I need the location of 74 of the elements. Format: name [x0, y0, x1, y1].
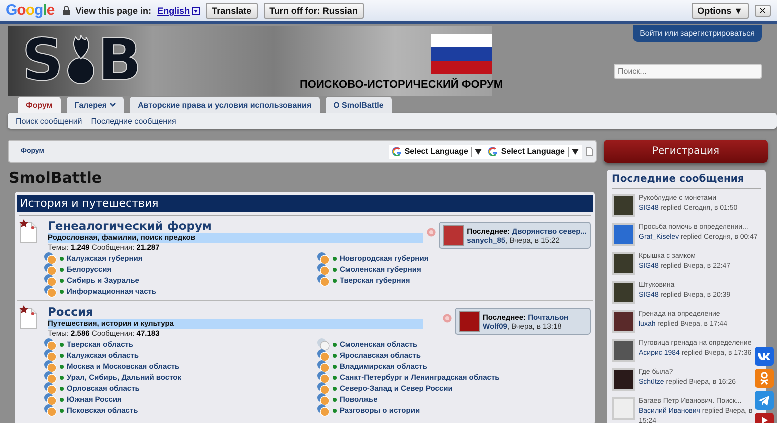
options-button[interactable]: Options ▼	[692, 2, 749, 18]
close-button[interactable]: ✕	[755, 4, 771, 16]
language-link[interactable]: English	[158, 6, 200, 16]
avatar-photo	[612, 281, 635, 304]
nav-tab[interactable]: О SmolBattle	[326, 97, 392, 113]
thumbnail-photo	[443, 225, 464, 246]
dot-icon	[333, 376, 337, 380]
social-icon[interactable]	[755, 347, 774, 366]
language-select[interactable]: Select Language	[488, 146, 579, 158]
translate-button[interactable]: Translate	[206, 2, 258, 18]
dot-icon	[60, 398, 64, 402]
avatar-photo	[612, 368, 635, 391]
site-title: ПОИСКОВО-ИСТОРИЧЕСКИЙ ФОРУМ	[300, 79, 504, 91]
nav-tab[interactable]: Авторские права и условия использования	[130, 97, 320, 113]
avatar-photo	[612, 223, 635, 246]
logo-letter: B	[98, 30, 142, 90]
avatar-photo	[612, 252, 635, 275]
g-logo-icon	[392, 146, 402, 156]
document-icon	[18, 305, 40, 331]
caret-icon	[192, 6, 200, 14]
grenade-icon	[66, 35, 96, 85]
avatar-photo	[612, 339, 635, 362]
lock-icon	[62, 6, 70, 15]
page-icon	[586, 147, 593, 156]
panel-title: Последние сообщения	[612, 174, 761, 189]
dot-icon	[333, 386, 337, 390]
mark-read-icon[interactable]	[443, 314, 452, 323]
dot-icon	[60, 364, 64, 368]
dot-icon	[333, 354, 337, 358]
dot-icon	[60, 278, 64, 282]
g-logo-icon	[488, 146, 498, 156]
dot-icon	[333, 398, 337, 402]
mark-read-icon[interactable]	[427, 228, 436, 237]
forum-title-link[interactable]: Россия	[48, 305, 435, 319]
document-icon	[18, 219, 40, 245]
category-header: История и путешествия	[17, 195, 593, 215]
dot-icon	[60, 354, 64, 358]
google-logo: Google	[6, 2, 55, 19]
translate-label: View this page in:	[76, 6, 152, 16]
register-button[interactable]: Регистрация	[604, 140, 768, 163]
chevron-icon	[110, 103, 116, 107]
subnav-link[interactable]: Поиск сообщений	[16, 116, 82, 126]
logo-letter: S	[22, 30, 64, 90]
dot-icon	[333, 256, 337, 260]
dot-icon	[60, 342, 64, 346]
dot-icon	[60, 408, 64, 412]
language-select[interactable]: Select Language	[392, 146, 482, 158]
page-title: SmolBattle	[9, 169, 104, 187]
subnav-link[interactable]: Последние сообщения	[91, 116, 176, 126]
login-button[interactable]: Войти или зарегистрироваться	[633, 25, 762, 42]
translate-button[interactable]: Turn off for: Russian	[264, 2, 364, 18]
caret-icon	[572, 148, 579, 154]
dot-icon	[333, 364, 337, 368]
dot-icon	[333, 342, 337, 346]
avatar-photo	[612, 194, 635, 217]
dot-icon	[333, 408, 337, 412]
thumbnail-photo	[459, 311, 480, 332]
nav-tab[interactable]: Галерея	[66, 97, 124, 113]
avatar-photo	[612, 310, 635, 333]
caret-icon	[475, 148, 482, 154]
dot-icon	[333, 268, 337, 272]
search-field[interactable]: Поиск...	[614, 64, 762, 79]
flag-icon	[431, 34, 492, 74]
social-icon[interactable]	[755, 369, 774, 388]
dot-icon	[60, 290, 64, 294]
dot-icon	[60, 386, 64, 390]
paper-plane-icon[interactable]	[755, 391, 774, 410]
forum-title-link[interactable]: Генеалогический форум	[48, 219, 420, 233]
dot-icon	[60, 268, 64, 272]
nav-tab[interactable]: Форум	[18, 97, 61, 113]
dot-icon	[333, 278, 337, 282]
dot-icon	[60, 376, 64, 380]
avatar-photo	[612, 397, 635, 420]
dot-icon	[60, 256, 64, 260]
